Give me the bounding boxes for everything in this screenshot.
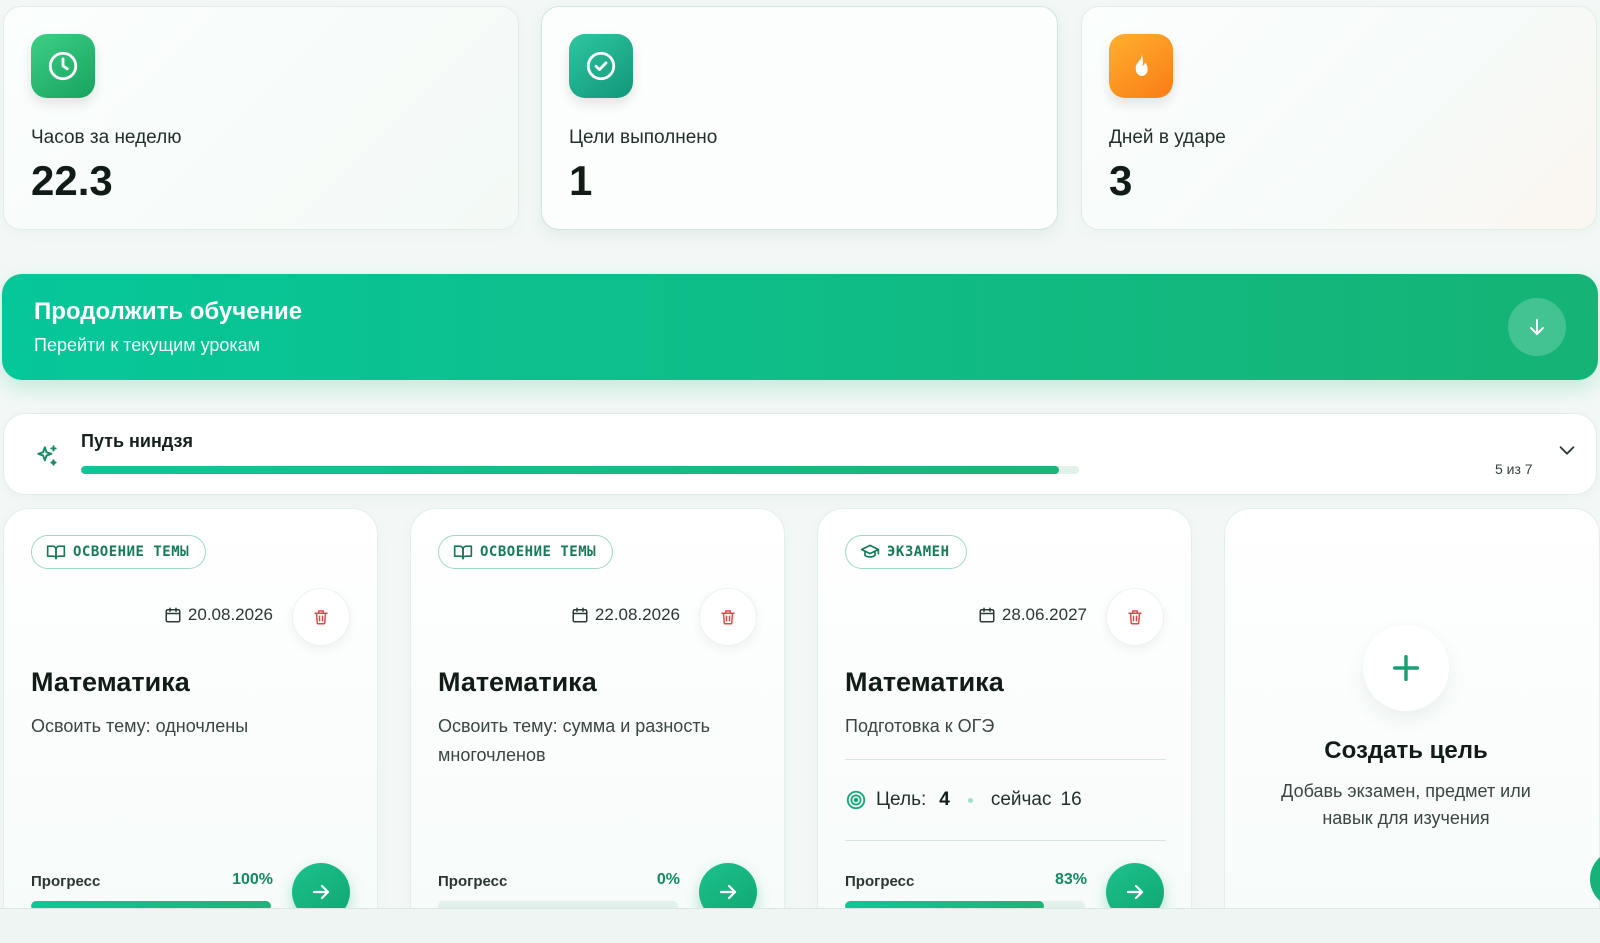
target-value: 4 bbox=[939, 789, 950, 810]
arrow-right-icon bbox=[312, 884, 330, 900]
stat-value: 22.3 bbox=[31, 157, 113, 204]
chevron-down-icon[interactable] bbox=[1556, 439, 1578, 461]
goal-date: 28.06.2027 bbox=[978, 605, 1087, 625]
check-circle-icon bbox=[569, 34, 633, 98]
current-label: сейчас bbox=[990, 789, 1052, 810]
continue-learning-banner[interactable]: Продолжить обучение Перейти к текущим ур… bbox=[2, 274, 1598, 380]
stat-label: Цели выполнено bbox=[569, 127, 718, 148]
delete-goal-button[interactable] bbox=[1106, 588, 1164, 646]
goal-type-badge: ОСВОЕНИЕ ТЕМЫ bbox=[438, 535, 614, 569]
continue-button[interactable] bbox=[1508, 298, 1566, 356]
continue-title: Продолжить обучение bbox=[34, 298, 303, 325]
trash-icon bbox=[721, 610, 735, 625]
goal-description: Подготовка к ОГЭ bbox=[845, 716, 995, 736]
target-icon bbox=[846, 790, 866, 810]
goal-date: 20.08.2026 bbox=[164, 605, 273, 625]
progress-label: Прогресс bbox=[31, 873, 101, 890]
goal-type-badge: ЭКЗАМЕН bbox=[845, 535, 967, 569]
trash-icon bbox=[314, 610, 328, 625]
graduation-cap-icon bbox=[860, 544, 880, 558]
create-goal-description: Добавь экзамен, предмет или навык для из… bbox=[1281, 781, 1531, 828]
calendar-icon bbox=[572, 607, 588, 623]
book-icon bbox=[453, 545, 473, 560]
stat-label: Дней в ударе bbox=[1109, 127, 1226, 148]
clock-icon bbox=[31, 34, 95, 98]
bottom-bar bbox=[0, 908, 1600, 943]
progress-label: Прогресс bbox=[845, 873, 915, 890]
target-label: Цель: bbox=[876, 789, 927, 810]
sparkles-icon bbox=[37, 445, 57, 466]
calendar-icon bbox=[979, 607, 995, 623]
trash-icon bbox=[1128, 610, 1142, 625]
goal-type-label: ЭКЗАМЕН bbox=[887, 544, 950, 560]
goal-card[interactable]: ЭКЗАМЕН 28.06.2027 Математика Подготовка… bbox=[817, 508, 1192, 943]
path-title: Путь ниндзя bbox=[81, 431, 193, 451]
stat-value: 1 bbox=[569, 157, 593, 204]
path-progress-bar bbox=[81, 466, 1079, 474]
current-value: 16 bbox=[1060, 789, 1082, 810]
delete-goal-button[interactable] bbox=[292, 588, 350, 646]
separator-dot bbox=[967, 797, 973, 803]
goal-type-label: ОСВОЕНИЕ ТЕМЫ bbox=[480, 544, 597, 560]
stat-card-goals-completed: Цели выполнено 1 bbox=[541, 6, 1058, 230]
goal-description: Освоить тему: сумма и разность многочлен… bbox=[438, 716, 710, 765]
create-goal-title: Создать цель bbox=[1324, 737, 1488, 764]
ninja-path-bar[interactable]: Путь ниндзя 5 из 7 bbox=[3, 413, 1597, 495]
arrow-down-icon bbox=[1530, 319, 1544, 335]
progress-label: Прогресс bbox=[438, 873, 508, 890]
goal-card[interactable]: ОСВОЕНИЕ ТЕМЫ 22.08.2026 Математика Осво… bbox=[410, 508, 785, 943]
goal-subject: Математика bbox=[31, 667, 190, 697]
progress-percent: 83% bbox=[1054, 871, 1087, 888]
goal-description: Освоить тему: одночлены bbox=[31, 716, 249, 736]
stat-label: Часов за неделю bbox=[31, 127, 182, 148]
delete-goal-button[interactable] bbox=[699, 588, 757, 646]
goal-card[interactable]: ОСВОЕНИЕ ТЕМЫ 20.08.2026 Математика Осво… bbox=[3, 508, 378, 943]
goal-type-badge: ОСВОЕНИЕ ТЕМЫ bbox=[31, 535, 207, 569]
arrow-right-icon bbox=[1126, 884, 1144, 900]
calendar-icon bbox=[165, 607, 181, 623]
goal-subject: Математика bbox=[438, 667, 597, 697]
fire-icon bbox=[1109, 34, 1173, 98]
book-icon bbox=[46, 545, 66, 560]
arrow-right-icon bbox=[719, 884, 737, 900]
create-goal-card[interactable]: Создать цель Добавь экзамен, предмет или… bbox=[1224, 508, 1600, 943]
goal-date-text: 28.06.2027 bbox=[1001, 605, 1087, 624]
goal-date: 22.08.2026 bbox=[571, 605, 680, 625]
stat-card-streak: Дней в ударе 3 bbox=[1081, 6, 1597, 230]
goal-subject: Математика bbox=[845, 667, 1004, 697]
stat-card-hours: Часов за неделю 22.3 bbox=[3, 6, 519, 230]
progress-percent: 0% bbox=[656, 871, 680, 888]
goal-target-row: Цель: 4 сейчас 16 bbox=[845, 759, 1166, 841]
plus-icon[interactable] bbox=[1363, 625, 1449, 711]
progress-percent: 100% bbox=[232, 871, 273, 888]
path-count: 5 из 7 bbox=[1495, 461, 1533, 477]
continue-subtitle: Перейти к текущим урокам bbox=[34, 335, 261, 355]
path-progress-fill bbox=[81, 466, 1060, 474]
goal-type-label: ОСВОЕНИЕ ТЕМЫ bbox=[73, 544, 190, 560]
goal-date-text: 20.08.2026 bbox=[187, 605, 273, 624]
stat-value: 3 bbox=[1109, 157, 1133, 204]
goal-date-text: 22.08.2026 bbox=[594, 605, 680, 624]
